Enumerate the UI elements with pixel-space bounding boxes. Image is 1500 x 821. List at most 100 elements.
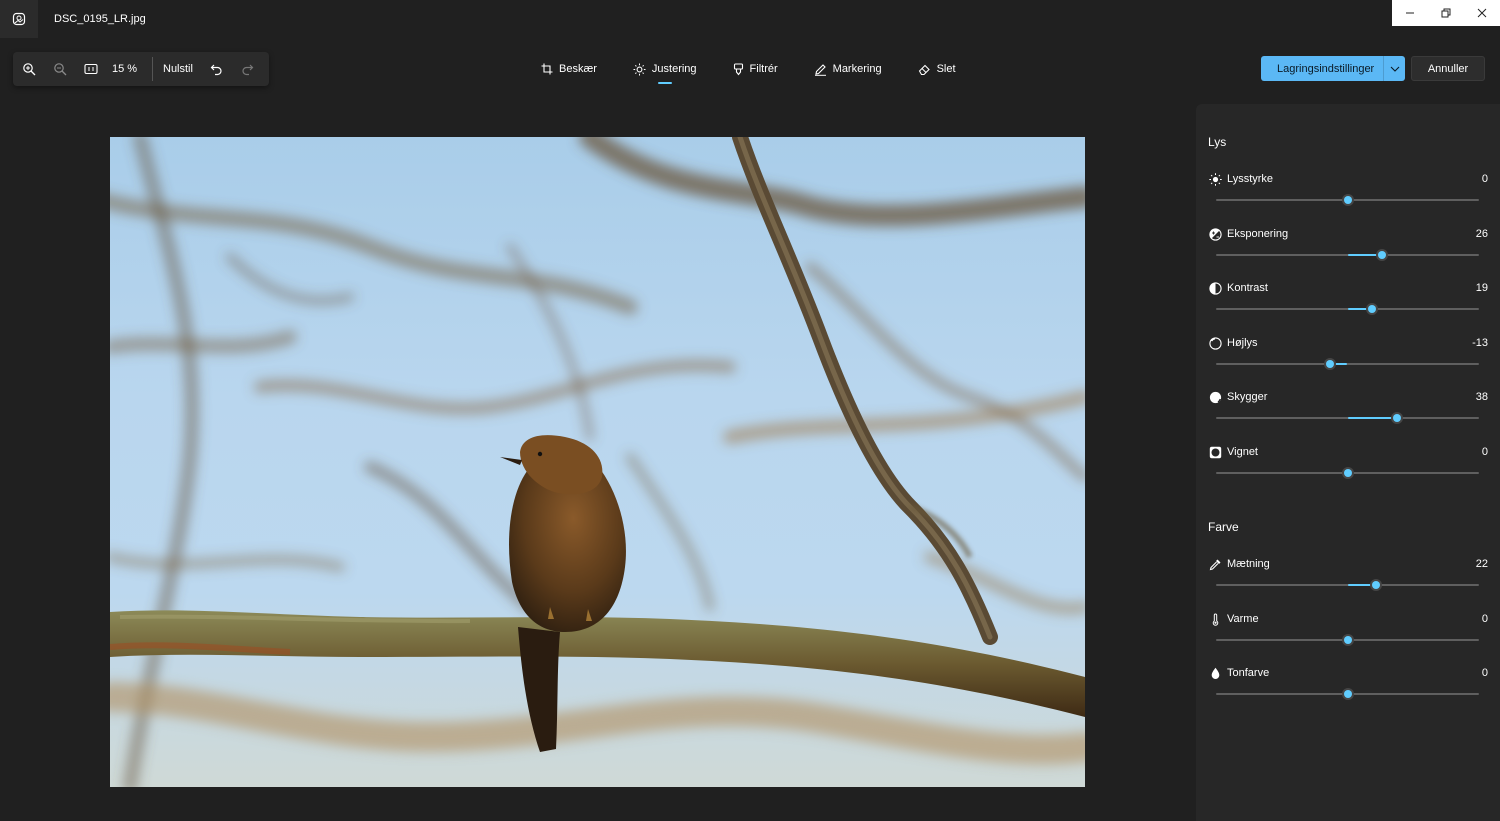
toolbar-divider [152, 57, 153, 81]
adjustment-label: Eksponering [1227, 228, 1289, 240]
restore-button[interactable] [1428, 0, 1464, 26]
zoom-in-button[interactable] [13, 52, 44, 86]
window-controls [1392, 0, 1500, 26]
contrast-slider[interactable] [1216, 303, 1479, 315]
slider-thumb[interactable] [1341, 194, 1354, 206]
zoom-in-icon [22, 63, 35, 76]
adjustment-shadows: Skygger 38 [1208, 390, 1488, 440]
crop-icon [541, 63, 553, 75]
contrast-icon [1208, 281, 1222, 295]
highlights-icon [1208, 336, 1222, 350]
adjustment-saturation: Mætning 22 [1208, 557, 1488, 607]
adjustment-value: 0 [1481, 446, 1488, 458]
color-section-title: Farve [1208, 520, 1239, 534]
adjustment-value: 0 [1481, 613, 1488, 625]
save-options-label: Lagringsindstillinger [1277, 62, 1375, 75]
tab-adjustment[interactable]: Justering [622, 52, 708, 86]
photo-canvas[interactable] [110, 137, 1085, 787]
brightness-slider[interactable] [1216, 194, 1479, 206]
adjustment-label: Højlys [1227, 337, 1258, 349]
slider-thumb[interactable] [1324, 358, 1337, 370]
zoom-toolbar: 15 % Nulstil [13, 52, 269, 86]
adjustment-label: Varme [1227, 613, 1259, 625]
light-section-title: Lys [1208, 135, 1227, 149]
save-options-button[interactable]: Lagringsindstillinger [1261, 56, 1405, 81]
title-bar: DSC_0195_LR.jpg [0, 0, 1500, 38]
zoom-level[interactable]: 15 % [112, 63, 146, 75]
window-title: DSC_0195_LR.jpg [54, 13, 146, 25]
thermometer-icon [1208, 612, 1222, 626]
tab-erase[interactable]: Slet [907, 52, 967, 86]
minimize-button[interactable] [1392, 0, 1428, 26]
adjustment-vignette: Vignet 0 [1208, 445, 1488, 495]
minimize-icon [1406, 12, 1414, 14]
slider-thumb[interactable] [1341, 467, 1354, 479]
close-button[interactable] [1464, 0, 1500, 26]
tab-filter[interactable]: Filtrér [722, 52, 789, 86]
adjustment-label: Lysstyrke [1227, 173, 1274, 185]
tab-label: Slet [936, 63, 956, 75]
tab-markup[interactable]: Markering [803, 52, 893, 86]
redo-icon [242, 64, 254, 75]
bird-photo [110, 137, 1085, 787]
exposure-slider[interactable] [1216, 249, 1479, 261]
saturation-slider[interactable] [1216, 579, 1479, 591]
adjustment-value: 38 [1475, 391, 1488, 403]
brightness-icon [633, 63, 646, 75]
sun-icon [1208, 172, 1222, 186]
zoom-out-icon [53, 63, 66, 76]
adjustment-label: Tonfarve [1227, 667, 1270, 679]
reset-button[interactable]: Nulstil [157, 63, 201, 75]
undo-icon [210, 64, 222, 75]
adjustment-contrast: Kontrast 19 [1208, 281, 1488, 331]
cancel-button[interactable]: Annuller [1411, 56, 1485, 81]
adjustment-value: 26 [1475, 228, 1488, 240]
slider-thumb[interactable] [1391, 412, 1404, 424]
adjustment-highlights: Højlys -13 [1208, 336, 1488, 386]
adjustment-panel: Lys Lysstyrke 0 Eksponering 26 Kontrast … [1196, 104, 1500, 821]
shadows-slider[interactable] [1216, 412, 1479, 424]
adjustment-exposure: Eksponering 26 [1208, 227, 1488, 277]
adjustment-value: 22 [1475, 558, 1488, 570]
slider-thumb[interactable] [1370, 579, 1383, 591]
slider-fill [1347, 417, 1398, 419]
chevron-down-icon[interactable] [1383, 56, 1405, 81]
zoom-out-button[interactable] [44, 52, 75, 86]
slider-thumb[interactable] [1375, 249, 1388, 261]
vignette-slider[interactable] [1216, 467, 1479, 479]
photos-app-icon [0, 0, 38, 38]
adjustment-label: Kontrast [1227, 282, 1268, 294]
undo-button[interactable] [201, 52, 232, 86]
actual-size-icon [83, 63, 98, 75]
droplet-icon [1208, 666, 1222, 680]
adjustment-value: 0 [1481, 667, 1488, 679]
shadows-icon [1208, 390, 1222, 404]
slider-thumb[interactable] [1341, 634, 1354, 646]
markup-pen-icon [814, 63, 826, 76]
adjustment-value: 19 [1475, 282, 1488, 294]
restore-icon [1441, 8, 1451, 18]
exposure-icon [1208, 227, 1222, 241]
adjustment-tint: Tonfarve 0 [1208, 666, 1488, 716]
tab-label: Markering [832, 63, 882, 75]
tab-label: Filtrér [749, 63, 778, 75]
eraser-icon [918, 64, 930, 75]
redo-button[interactable] [232, 52, 263, 86]
edit-tabs: Beskær Justering Filtrér Markering Slet [530, 52, 981, 86]
adjustment-label: Mætning [1227, 558, 1270, 570]
adjustment-value: 0 [1481, 173, 1488, 185]
warmth-slider[interactable] [1216, 634, 1479, 646]
slider-thumb[interactable] [1366, 303, 1379, 315]
adjustment-label: Skygger [1227, 391, 1268, 403]
slider-thumb[interactable] [1341, 688, 1354, 700]
actual-size-button[interactable] [75, 52, 106, 86]
vignette-icon [1208, 445, 1222, 459]
tab-crop[interactable]: Beskær [530, 52, 608, 86]
adjustment-label: Vignet [1227, 446, 1258, 458]
tint-slider[interactable] [1216, 688, 1479, 700]
highlights-slider[interactable] [1216, 358, 1479, 370]
eyedropper-icon [1208, 557, 1222, 571]
filter-icon [733, 62, 743, 75]
adjustment-warmth: Varme 0 [1208, 612, 1488, 662]
adjustment-brightness: Lysstyrke 0 [1208, 172, 1488, 222]
